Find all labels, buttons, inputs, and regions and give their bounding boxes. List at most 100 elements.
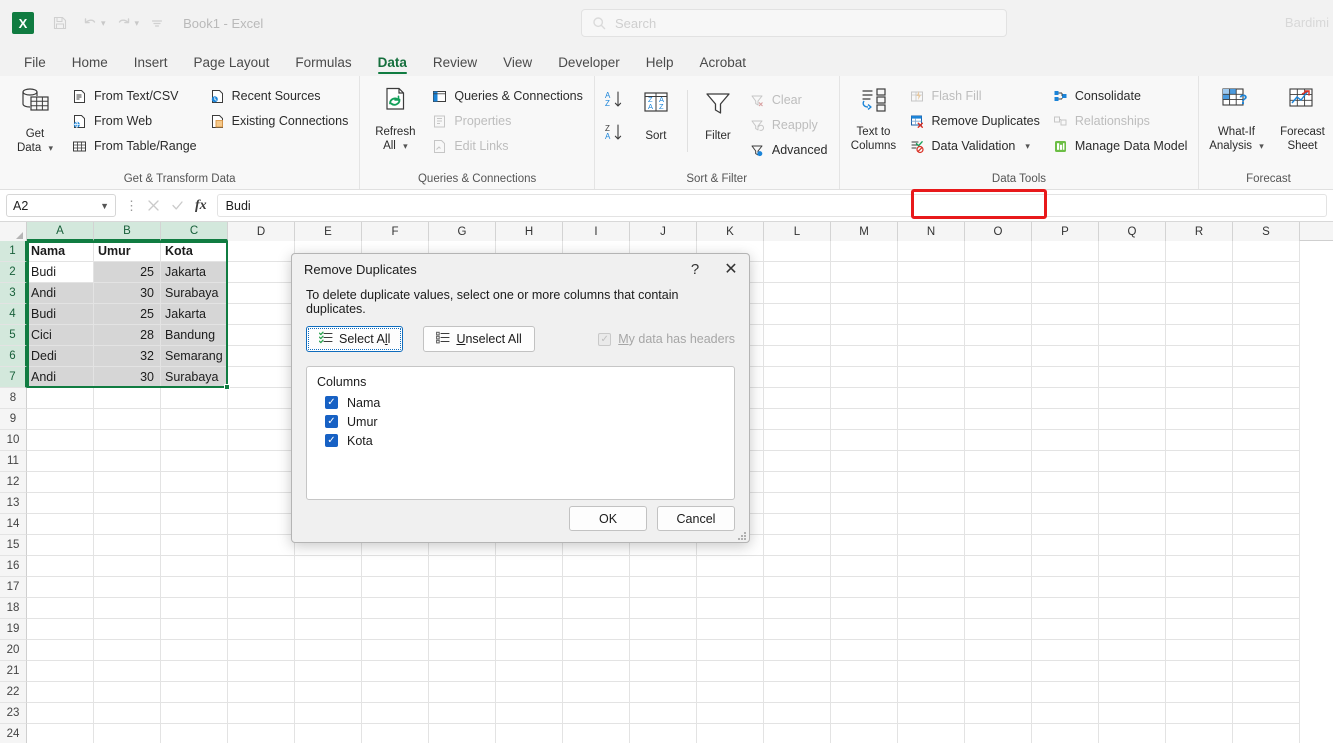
- advanced-filter-button[interactable]: Advanced: [744, 139, 833, 161]
- row-header-16[interactable]: 16: [0, 556, 27, 577]
- cell-S20[interactable]: [1233, 640, 1300, 661]
- cell-D1[interactable]: [228, 241, 295, 262]
- help-icon[interactable]: ?: [677, 254, 713, 284]
- cell-M24[interactable]: [831, 724, 898, 743]
- cell-O19[interactable]: [965, 619, 1032, 640]
- row-header-18[interactable]: 18: [0, 598, 27, 619]
- cell-E18[interactable]: [295, 598, 362, 619]
- cell-R5[interactable]: [1166, 325, 1233, 346]
- text-to-columns-button[interactable]: Text to Columns: [846, 80, 902, 153]
- cell-S21[interactable]: [1233, 661, 1300, 682]
- cell-B22[interactable]: [94, 682, 161, 703]
- cell-C11[interactable]: [161, 451, 228, 472]
- cell-K22[interactable]: [697, 682, 764, 703]
- cell-E24[interactable]: [295, 724, 362, 743]
- cancel-entry-icon[interactable]: [147, 199, 160, 212]
- cell-M1[interactable]: [831, 241, 898, 262]
- cell-M10[interactable]: [831, 430, 898, 451]
- cell-Q2[interactable]: [1099, 262, 1166, 283]
- filter-button[interactable]: Filter: [694, 84, 742, 143]
- cell-B16[interactable]: [94, 556, 161, 577]
- cell-B13[interactable]: [94, 493, 161, 514]
- cell-P13[interactable]: [1032, 493, 1099, 514]
- cell-P5[interactable]: [1032, 325, 1099, 346]
- column-header-J[interactable]: J: [630, 222, 697, 241]
- unselect-all-button[interactable]: Unselect All: [423, 326, 534, 352]
- cell-K18[interactable]: [697, 598, 764, 619]
- column-header-R[interactable]: R: [1166, 222, 1233, 241]
- cell-P11[interactable]: [1032, 451, 1099, 472]
- cell-O3[interactable]: [965, 283, 1032, 304]
- cell-N4[interactable]: [898, 304, 965, 325]
- column-header-D[interactable]: D: [228, 222, 295, 241]
- cell-Q8[interactable]: [1099, 388, 1166, 409]
- column-header-N[interactable]: N: [898, 222, 965, 241]
- cell-A17[interactable]: [27, 577, 94, 598]
- cell-N20[interactable]: [898, 640, 965, 661]
- column-checkbox-kota[interactable]: ✓ Kota: [317, 431, 724, 450]
- cell-Q1[interactable]: [1099, 241, 1166, 262]
- cell-E16[interactable]: [295, 556, 362, 577]
- cell-B8[interactable]: [94, 388, 161, 409]
- cell-G19[interactable]: [429, 619, 496, 640]
- cell-O1[interactable]: [965, 241, 1032, 262]
- cell-K16[interactable]: [697, 556, 764, 577]
- cell-O6[interactable]: [965, 346, 1032, 367]
- cell-S23[interactable]: [1233, 703, 1300, 724]
- select-all-corner[interactable]: [0, 222, 27, 241]
- cell-N9[interactable]: [898, 409, 965, 430]
- cell-I24[interactable]: [563, 724, 630, 743]
- cell-S4[interactable]: [1233, 304, 1300, 325]
- undo-icon[interactable]: [76, 9, 104, 37]
- cell-L13[interactable]: [764, 493, 831, 514]
- cell-L5[interactable]: [764, 325, 831, 346]
- row-header-3[interactable]: 3: [0, 283, 27, 304]
- cell-M7[interactable]: [831, 367, 898, 388]
- recent-sources-button[interactable]: Recent Sources: [204, 85, 354, 107]
- cell-O20[interactable]: [965, 640, 1032, 661]
- cell-N1[interactable]: [898, 241, 965, 262]
- cell-Q7[interactable]: [1099, 367, 1166, 388]
- cell-O22[interactable]: [965, 682, 1032, 703]
- cell-M3[interactable]: [831, 283, 898, 304]
- cell-R18[interactable]: [1166, 598, 1233, 619]
- tab-view[interactable]: View: [491, 53, 544, 76]
- cell-D12[interactable]: [228, 472, 295, 493]
- cell-C22[interactable]: [161, 682, 228, 703]
- cell-M23[interactable]: [831, 703, 898, 724]
- cell-P19[interactable]: [1032, 619, 1099, 640]
- cell-P16[interactable]: [1032, 556, 1099, 577]
- sort-descending-button[interactable]: ZA: [605, 123, 627, 148]
- cell-Q18[interactable]: [1099, 598, 1166, 619]
- queries-connections-button[interactable]: Queries & Connections: [426, 85, 588, 107]
- cell-R8[interactable]: [1166, 388, 1233, 409]
- column-header-K[interactable]: K: [697, 222, 764, 241]
- from-text-csv-button[interactable]: From Text/CSV: [66, 85, 202, 107]
- cell-G16[interactable]: [429, 556, 496, 577]
- cell-D21[interactable]: [228, 661, 295, 682]
- cell-R23[interactable]: [1166, 703, 1233, 724]
- cell-F24[interactable]: [362, 724, 429, 743]
- row-header-22[interactable]: 22: [0, 682, 27, 703]
- cell-O7[interactable]: [965, 367, 1032, 388]
- cell-C20[interactable]: [161, 640, 228, 661]
- cell-R3[interactable]: [1166, 283, 1233, 304]
- cell-Q15[interactable]: [1099, 535, 1166, 556]
- cell-A21[interactable]: [27, 661, 94, 682]
- cell-S8[interactable]: [1233, 388, 1300, 409]
- cell-G23[interactable]: [429, 703, 496, 724]
- row-header-6[interactable]: 6: [0, 346, 27, 367]
- cell-M20[interactable]: [831, 640, 898, 661]
- cell-J20[interactable]: [630, 640, 697, 661]
- cell-P3[interactable]: [1032, 283, 1099, 304]
- ok-button[interactable]: OK: [569, 506, 647, 531]
- cell-Q22[interactable]: [1099, 682, 1166, 703]
- cell-I20[interactable]: [563, 640, 630, 661]
- cell-B14[interactable]: [94, 514, 161, 535]
- cell-C3[interactable]: Surabaya: [161, 283, 228, 304]
- cell-M14[interactable]: [831, 514, 898, 535]
- cell-P1[interactable]: [1032, 241, 1099, 262]
- row-header-2[interactable]: 2: [0, 262, 27, 283]
- cell-L22[interactable]: [764, 682, 831, 703]
- column-header-M[interactable]: M: [831, 222, 898, 241]
